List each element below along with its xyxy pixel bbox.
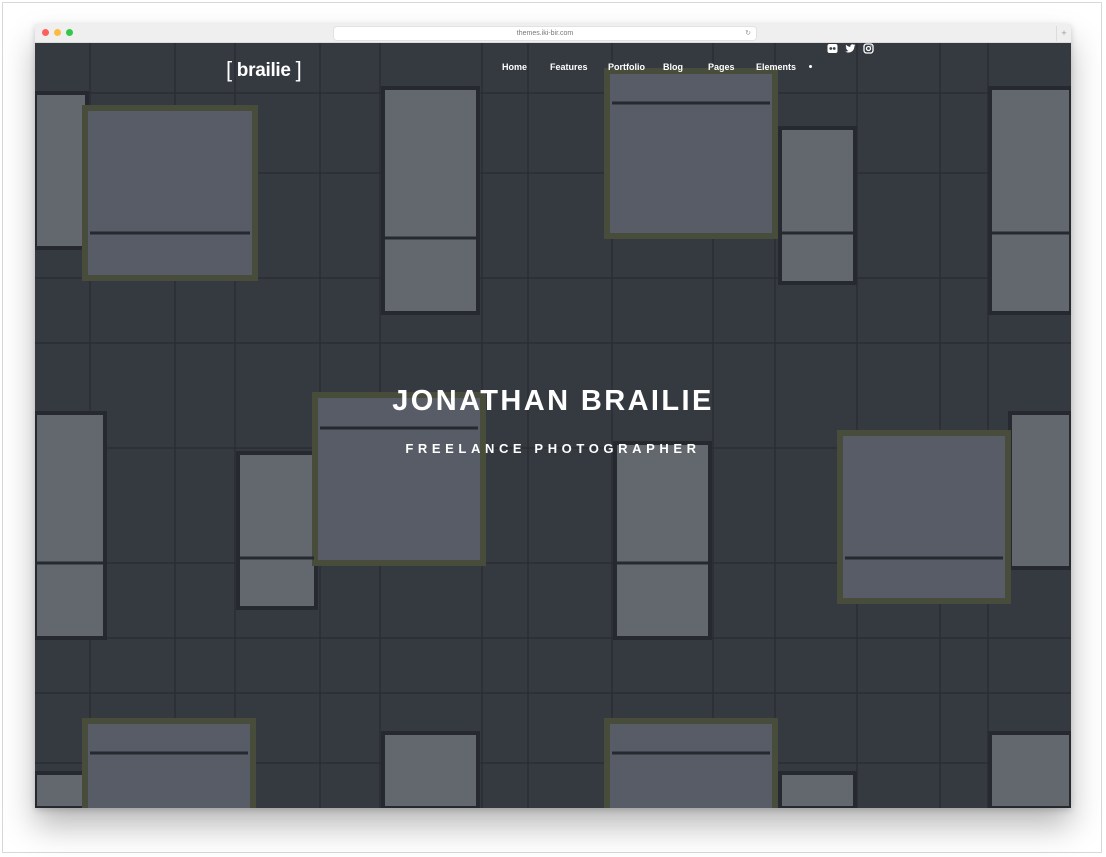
building-facade-image	[35, 43, 1071, 808]
nav-separator-dot	[809, 65, 812, 68]
address-bar-url: themes.iki-bir.com	[516, 30, 574, 37]
nav-home[interactable]: Home	[502, 62, 527, 72]
hero-title: JONATHAN BRAILIE	[392, 385, 714, 417]
nav-elements[interactable]: Elements	[756, 62, 796, 72]
browser-toolbar: themes.iki-bir.com ↻ +	[35, 24, 1071, 43]
site-logo[interactable]: [ brailie ]	[226, 56, 302, 82]
reload-icon[interactable]: ↻	[745, 27, 751, 40]
logo-bracket-open: [	[226, 57, 232, 82]
new-tab-button[interactable]: +	[1056, 26, 1071, 41]
twitter-icon[interactable]	[845, 43, 856, 54]
nav-blog[interactable]: Blog	[663, 62, 683, 72]
instagram-icon[interactable]	[863, 43, 874, 54]
address-bar[interactable]: themes.iki-bir.com ↻	[334, 27, 756, 40]
hero-subtitle: FREELANCE PHOTOGRAPHER	[405, 441, 701, 456]
logo-text: brailie	[236, 60, 291, 81]
nav-features[interactable]: Features	[550, 62, 588, 72]
minimize-window-button[interactable]	[54, 29, 61, 36]
close-window-button[interactable]	[42, 29, 49, 36]
flickr-icon[interactable]	[827, 43, 838, 54]
nav-portfolio[interactable]: Portfolio	[608, 62, 645, 72]
maximize-window-button[interactable]	[66, 29, 73, 36]
nav-pages[interactable]: Pages	[708, 62, 735, 72]
logo-bracket-close: ]	[295, 57, 302, 82]
hero-section: [ brailie ] Home Features Portfolio Blog…	[35, 43, 1071, 808]
browser-window: themes.iki-bir.com ↻ + [brailie] Home …	[35, 24, 1071, 808]
